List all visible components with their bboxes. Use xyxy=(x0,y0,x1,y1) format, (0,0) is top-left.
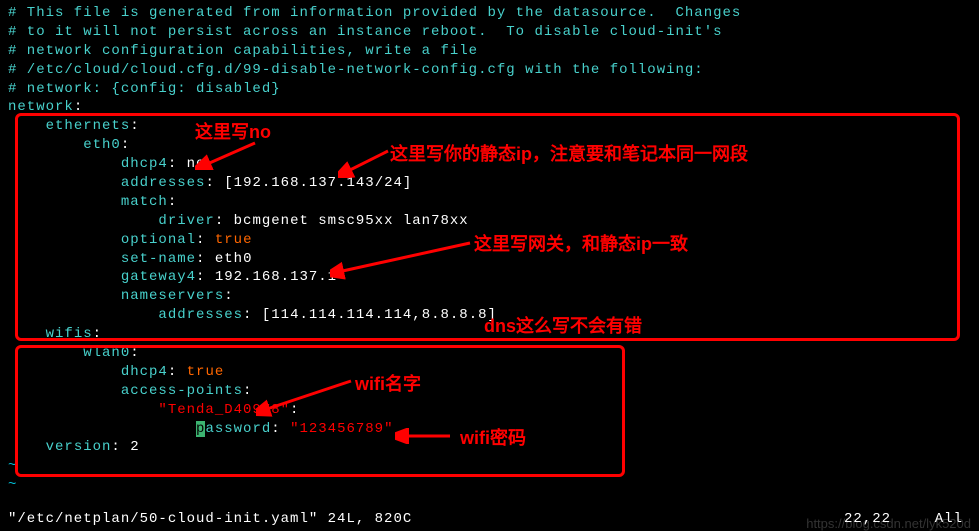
yaml-key-eth0: eth0: xyxy=(8,136,971,155)
yaml-access-points: access-points: xyxy=(8,382,971,401)
comment-line: # to it will not persist across an insta… xyxy=(8,23,971,42)
yaml-addresses: addresses: [192.168.137.143/24] xyxy=(8,174,971,193)
watermark: https://blog.csdn.net/lyk520d xyxy=(806,516,971,531)
yaml-optional: optional: true xyxy=(8,231,971,250)
yaml-version: version: 2 xyxy=(8,438,971,457)
yaml-gateway4: gateway4: 192.168.137.1 xyxy=(8,268,971,287)
yaml-ssid: "Tenda_D40978": xyxy=(8,401,971,420)
yaml-match: match: xyxy=(8,193,971,212)
yaml-nameservers: nameservers: xyxy=(8,287,971,306)
vim-tilde: ~ xyxy=(8,476,971,495)
yaml-setname: set-name: eth0 xyxy=(8,250,971,269)
yaml-wifis: wifis: xyxy=(8,325,971,344)
comment-line: # This file is generated from informatio… xyxy=(8,4,971,23)
yaml-key-ethernets: ethernets: xyxy=(8,117,971,136)
yaml-driver: driver: bcmgenet smsc95xx lan78xx xyxy=(8,212,971,231)
comment-line: # network configuration capabilities, wr… xyxy=(8,42,971,61)
yaml-dhcp4: dhcp4: no xyxy=(8,155,971,174)
comment-line: # /etc/cloud/cloud.cfg.d/99-disable-netw… xyxy=(8,61,971,80)
vim-tilde: ~ xyxy=(8,457,971,476)
yaml-password: password: "123456789" xyxy=(8,420,971,439)
yaml-wlan0: wlan0: xyxy=(8,344,971,363)
status-file: "/etc/netplan/50-cloud-init.yaml" 24L, 8… xyxy=(8,511,412,527)
yaml-key-network: network: xyxy=(8,98,971,117)
yaml-wlan-dhcp4: dhcp4: true xyxy=(8,363,971,382)
yaml-ns-addresses: addresses: [114.114.114.114,8.8.8.8] xyxy=(8,306,971,325)
comment-line: # network: {config: disabled} xyxy=(8,80,971,99)
